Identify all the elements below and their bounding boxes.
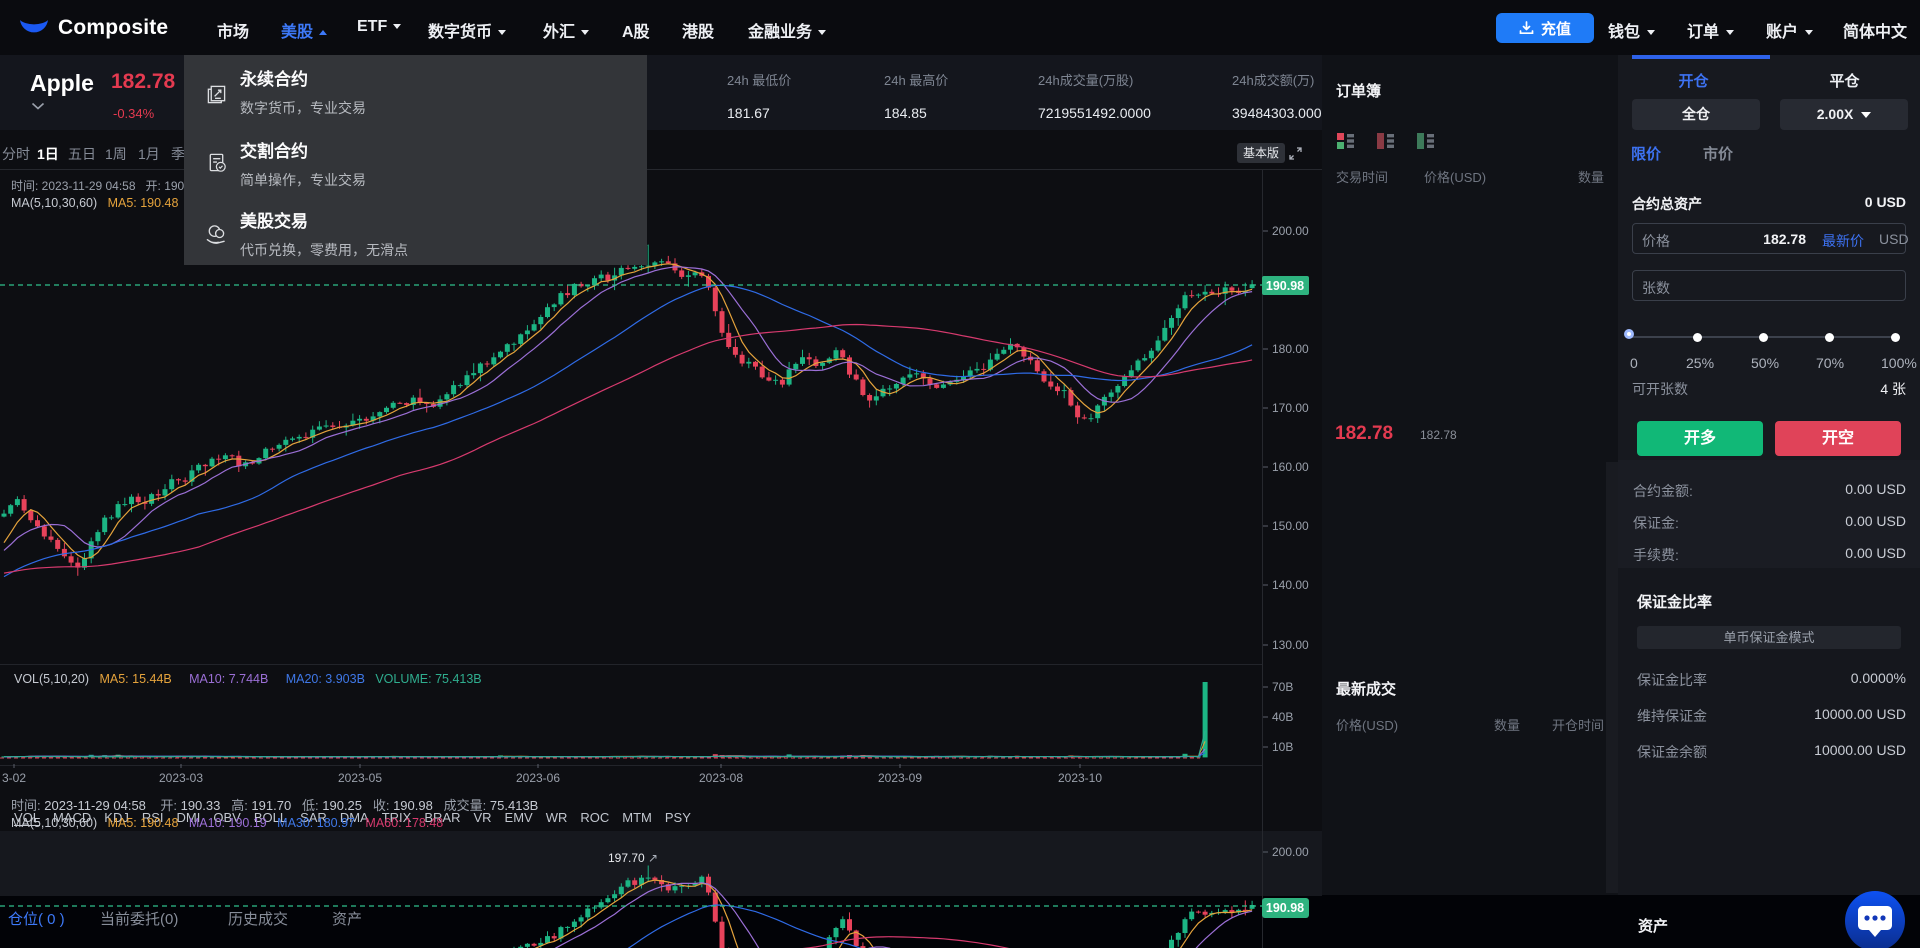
svg-text:3-02: 3-02 xyxy=(2,771,26,785)
svg-text:2023-09: 2023-09 xyxy=(878,771,922,785)
svg-text:2023-08: 2023-08 xyxy=(699,771,743,785)
svg-text:200.00: 200.00 xyxy=(1272,224,1309,238)
svg-text:70B: 70B xyxy=(1272,680,1293,694)
svg-text:190.98: 190.98 xyxy=(1266,901,1304,915)
svg-text:2023-03: 2023-03 xyxy=(159,771,203,785)
svg-text:170.00: 170.00 xyxy=(1272,401,1309,415)
svg-text:150.00: 150.00 xyxy=(1272,519,1309,533)
svg-text:190.98: 190.98 xyxy=(1266,279,1304,293)
svg-text:197.70 ↗: 197.70 ↗ xyxy=(608,851,658,865)
svg-text:180.00: 180.00 xyxy=(1272,342,1309,356)
svg-text:10B: 10B xyxy=(1272,740,1293,754)
svg-text:200.00: 200.00 xyxy=(1272,845,1309,859)
svg-text:2023-10: 2023-10 xyxy=(1058,771,1102,785)
svg-text:2023-06: 2023-06 xyxy=(516,771,560,785)
svg-text:160.00: 160.00 xyxy=(1272,460,1309,474)
svg-text:2023-05: 2023-05 xyxy=(338,771,382,785)
svg-text:40B: 40B xyxy=(1272,710,1293,724)
svg-text:130.00: 130.00 xyxy=(1272,638,1309,652)
svg-text:140.00: 140.00 xyxy=(1272,578,1309,592)
